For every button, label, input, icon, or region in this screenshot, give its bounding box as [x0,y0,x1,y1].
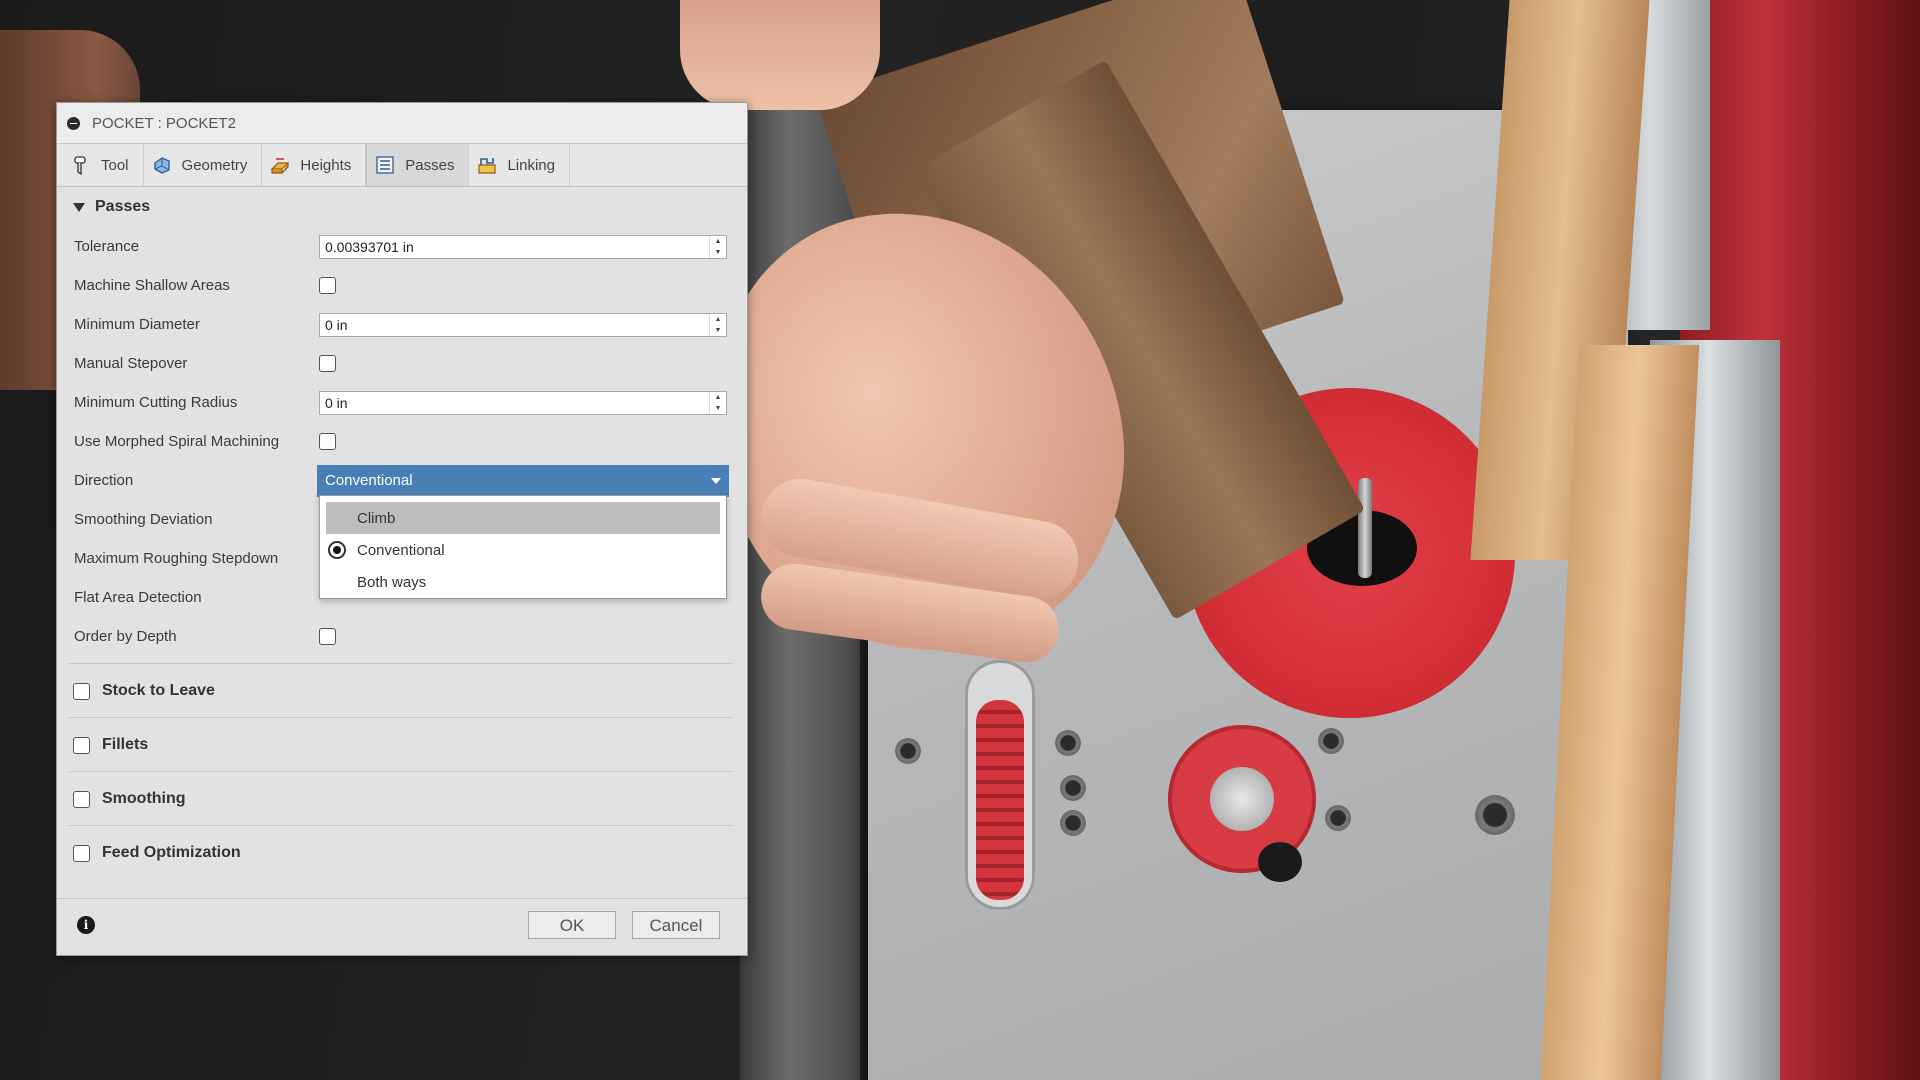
group-label: Fillets [102,736,149,753]
pocket-dialog: POCKET : POCKET2 Tool Geometry Heights P… [56,102,748,956]
screw [895,738,921,764]
smoothing-checkbox[interactable] [73,790,90,808]
router-bit [1358,478,1372,578]
machine-shallow-checkbox[interactable] [319,277,336,294]
direction-value: Conventional [325,471,413,489]
direction-option-conventional[interactable]: Conventional [320,534,726,566]
tool-icon [74,156,86,175]
min-cutting-radius-field[interactable]: 0 in ▲ ▼ [319,390,727,415]
tolerance-spinner[interactable]: ▲ ▼ [709,235,726,258]
tolerance-value: 0.00393701 in [325,238,414,255]
screw [1325,805,1351,831]
tab-tool[interactable]: Tool [63,144,144,186]
tab-label: Passes [405,156,455,174]
stock-to-leave-checkbox[interactable] [73,682,90,700]
group-stock-to-leave[interactable]: Stock to Leave [57,666,747,716]
collapse-icon[interactable] [67,116,80,130]
option-label: Conventional [357,541,445,559]
direction-option-climb[interactable]: Climb [326,502,720,534]
max-roughing-label: Maximum Roughing Stepdown [74,550,279,567]
order-by-depth-row: Order by Depth [57,617,747,656]
screw [1318,728,1344,754]
morphed-spiral-label: Use Morphed Spiral Machining [74,433,280,450]
tolerance-field[interactable]: 0.00393701 in ▲ ▼ [319,234,727,259]
tab-label: Linking [507,156,555,174]
manual-stepover-row: Manual Stepover [57,344,747,383]
dropdown-arrow-icon [711,477,721,484]
tab-label: Heights [300,156,352,174]
screw [1475,795,1515,835]
option-label: Both ways [357,573,427,591]
heights-icon [270,158,290,174]
group-label: Smoothing [102,790,186,807]
min-diameter-spinner[interactable]: ▲ ▼ [709,313,726,336]
order-by-depth-label: Order by Depth [74,628,177,645]
upper-hand [680,0,880,110]
divider [69,663,733,664]
manual-stepover-checkbox[interactable] [319,355,336,372]
min-cutting-radius-row: Minimum Cutting Radius 0 in ▲ ▼ [57,383,747,422]
min-cutting-radius-label: Minimum Cutting Radius [74,394,238,411]
group-smoothing[interactable]: Smoothing [57,774,747,824]
direction-label: Direction [74,472,134,489]
tolerance-row: Tolerance 0.00393701 in ▲ ▼ [57,227,747,266]
ok-button[interactable]: OK [528,911,616,939]
min-diameter-field[interactable]: 0 in ▲ ▼ [319,312,727,337]
tab-geometry[interactable]: Geometry [144,144,263,186]
min-diameter-value: 0 in [325,316,348,333]
tab-label: Geometry [181,156,248,174]
section-title: Passes [95,198,151,215]
geometry-icon [153,157,170,174]
group-fillets[interactable]: Fillets [57,720,747,770]
selected-radio-icon [328,541,346,559]
dialog-footer: i OK Cancel [57,898,747,955]
group-feed-optimization[interactable]: Feed Optimization [57,828,747,878]
plate-hole [1258,842,1302,882]
machine-shallow-row: Machine Shallow Areas [57,266,747,305]
group-label: Feed Optimization [102,844,241,861]
order-by-depth-checkbox[interactable] [319,628,336,645]
tab-label: Tool [101,156,129,174]
flat-area-label: Flat Area Detection [74,589,202,606]
divider [69,717,733,718]
min-diameter-label: Minimum Diameter [74,316,200,333]
direction-select[interactable]: Conventional [317,464,729,497]
min-cutting-radius-value: 0 in [325,394,348,411]
group-label: Stock to Leave [102,682,215,699]
screw [1060,810,1086,836]
tab-linking[interactable]: Linking [469,144,570,186]
tab-bar: Tool Geometry Heights Passes Linking [57,144,747,187]
manual-stepover-label: Manual Stepover [74,355,188,372]
passes-section-header[interactable]: Passes [57,187,747,227]
machine-shallow-label: Machine Shallow Areas [74,277,230,294]
direction-dropdown: Climb Conventional Both ways [319,495,727,599]
min-diameter-row: Minimum Diameter 0 in ▲ ▼ [57,305,747,344]
divider [69,825,733,826]
direction-option-both-ways[interactable]: Both ways [320,566,726,598]
min-cutting-radius-spinner[interactable]: ▲ ▼ [709,391,726,414]
screw [1055,730,1081,756]
fillets-checkbox[interactable] [73,736,90,754]
morphed-spiral-checkbox[interactable] [319,433,336,450]
dial-center [1210,767,1274,831]
morphed-spiral-row: Use Morphed Spiral Machining [57,422,747,461]
smoothing-deviation-label: Smoothing Deviation [74,511,213,528]
option-label: Climb [357,509,396,527]
divider [69,771,733,772]
height-wheel [976,700,1024,900]
feed-optimization-checkbox[interactable] [73,844,90,862]
screw [1060,775,1086,801]
cancel-button[interactable]: Cancel [632,911,720,939]
dialog-titlebar: POCKET : POCKET2 [57,103,747,144]
tab-heights[interactable]: Heights [262,144,367,186]
tolerance-label: Tolerance [74,238,140,255]
passes-icon [376,156,394,174]
dialog-title: POCKET : POCKET2 [92,114,236,132]
info-icon[interactable]: i [77,916,95,934]
tab-passes[interactable]: Passes [366,144,470,186]
expand-triangle-icon [73,202,85,212]
linking-icon [478,158,497,174]
